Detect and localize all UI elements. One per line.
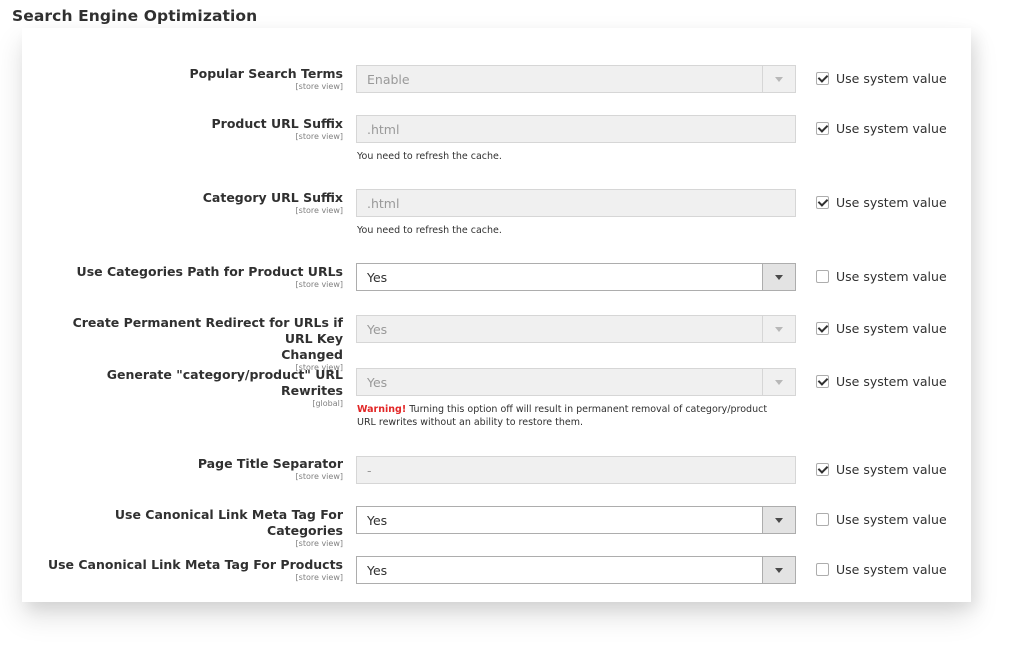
use-system-value-label: Use system value (836, 321, 947, 336)
field-label: Category URL Suffix [store view] (43, 190, 343, 216)
dropdown-button[interactable] (762, 369, 795, 395)
category-url-suffix-input[interactable]: .html (356, 189, 796, 217)
use-system-value-label: Use system value (836, 121, 947, 136)
use-system-value-checkbox[interactable] (816, 463, 829, 476)
field-label-text: Use Categories Path for Product URLs (76, 264, 343, 279)
scope-label: [store view] (295, 206, 343, 215)
field-label: Use Canonical Link Meta Tag For Categori… (43, 507, 343, 549)
use-system-value-label: Use system value (836, 71, 947, 86)
use-system-value-label: Use system value (836, 462, 947, 477)
field-note: You need to refresh the cache. (357, 225, 502, 236)
use-system-value-checkbox[interactable] (816, 322, 829, 335)
input-value: - (367, 463, 372, 478)
page-title-separator-input[interactable]: - (356, 456, 796, 484)
chevron-down-icon (775, 77, 783, 82)
use-categories-path-select[interactable]: Yes (356, 263, 796, 291)
warning-line2: URL rewrites without an ability to resto… (357, 417, 584, 428)
use-system-value-checkbox[interactable] (816, 270, 829, 283)
chevron-down-icon (775, 275, 783, 280)
use-system-value-label: Use system value (836, 512, 947, 527)
use-system-value-label: Use system value (836, 562, 947, 577)
use-system-value-checkbox[interactable] (816, 375, 829, 388)
dropdown-button[interactable] (762, 507, 795, 533)
select-value: Enable (367, 72, 410, 87)
use-system-value-checkbox[interactable] (816, 563, 829, 576)
scope-label: [store view] (295, 472, 343, 481)
warning-text: Turning this option off will result in p… (409, 404, 768, 415)
field-label-text: Product URL Suffix (211, 116, 344, 131)
scope-label: [store view] (295, 132, 343, 141)
field-label-text: Page Title Separator (197, 456, 343, 471)
dropdown-button[interactable] (762, 316, 795, 342)
field-label-text: Use Canonical Link Meta Tag For Products (47, 557, 343, 572)
input-value: .html (367, 122, 400, 137)
field-label-text: Popular Search Terms (189, 66, 343, 81)
chevron-down-icon (775, 568, 783, 573)
use-system-value-checkbox[interactable] (816, 72, 829, 85)
warning-line1: Warning! Turning this option off will re… (357, 403, 807, 416)
select-value: Yes (367, 270, 388, 285)
field-label: Generate "category/product" URL Rewrites… (43, 367, 343, 409)
scope-label: [store view] (295, 573, 343, 582)
product-url-suffix-input[interactable]: .html (356, 115, 796, 143)
field-label: Use Categories Path for Product URLs [st… (43, 264, 343, 290)
use-system-value-label: Use system value (836, 269, 947, 284)
select-value: Yes (367, 563, 388, 578)
scope-label: [store view] (295, 82, 343, 91)
popular-search-terms-select[interactable]: Enable (356, 65, 796, 93)
section-title[interactable]: Search Engine Optimization (12, 7, 257, 25)
scope-label: [global] (312, 399, 343, 408)
canonical-categories-select[interactable]: Yes (356, 506, 796, 534)
field-label-text: Use Canonical Link Meta Tag For Categori… (114, 507, 343, 538)
field-label: Page Title Separator [store view] (43, 456, 343, 482)
use-system-value-checkbox[interactable] (816, 513, 829, 526)
warning-label: Warning! (357, 404, 407, 415)
select-value: Yes (367, 375, 388, 390)
field-label: Popular Search Terms [store view] (43, 66, 343, 92)
dropdown-button[interactable] (762, 66, 795, 92)
field-label-text: Create Permanent Redirect for URLs if UR… (72, 315, 343, 346)
field-label-text-line2: Changed (281, 347, 343, 362)
use-system-value-label: Use system value (836, 195, 947, 210)
field-note: You need to refresh the cache. (357, 151, 502, 162)
warning-note: Warning! Turning this option off will re… (357, 403, 807, 429)
url-rewrites-select[interactable]: Yes (356, 368, 796, 396)
field-label: Create Permanent Redirect for URLs if UR… (43, 315, 343, 373)
use-system-value-checkbox[interactable] (816, 122, 829, 135)
input-value: .html (367, 196, 400, 211)
use-system-value-checkbox[interactable] (816, 196, 829, 209)
select-value: Yes (367, 322, 388, 337)
scope-label: [store view] (295, 539, 343, 548)
canonical-products-select[interactable]: Yes (356, 556, 796, 584)
chevron-down-icon (775, 518, 783, 523)
permanent-redirect-select[interactable]: Yes (356, 315, 796, 343)
scope-label: [store view] (295, 280, 343, 289)
chevron-down-icon (775, 380, 783, 385)
chevron-down-icon (775, 327, 783, 332)
dropdown-button[interactable] (762, 264, 795, 290)
field-label-text: Generate "category/product" URL Rewrites (106, 367, 343, 398)
field-label: Product URL Suffix [store view] (43, 116, 344, 142)
field-label: Use Canonical Link Meta Tag For Products… (43, 557, 343, 583)
select-value: Yes (367, 513, 388, 528)
use-system-value-label: Use system value (836, 374, 947, 389)
dropdown-button[interactable] (762, 557, 795, 583)
field-label-text: Category URL Suffix (202, 190, 343, 205)
